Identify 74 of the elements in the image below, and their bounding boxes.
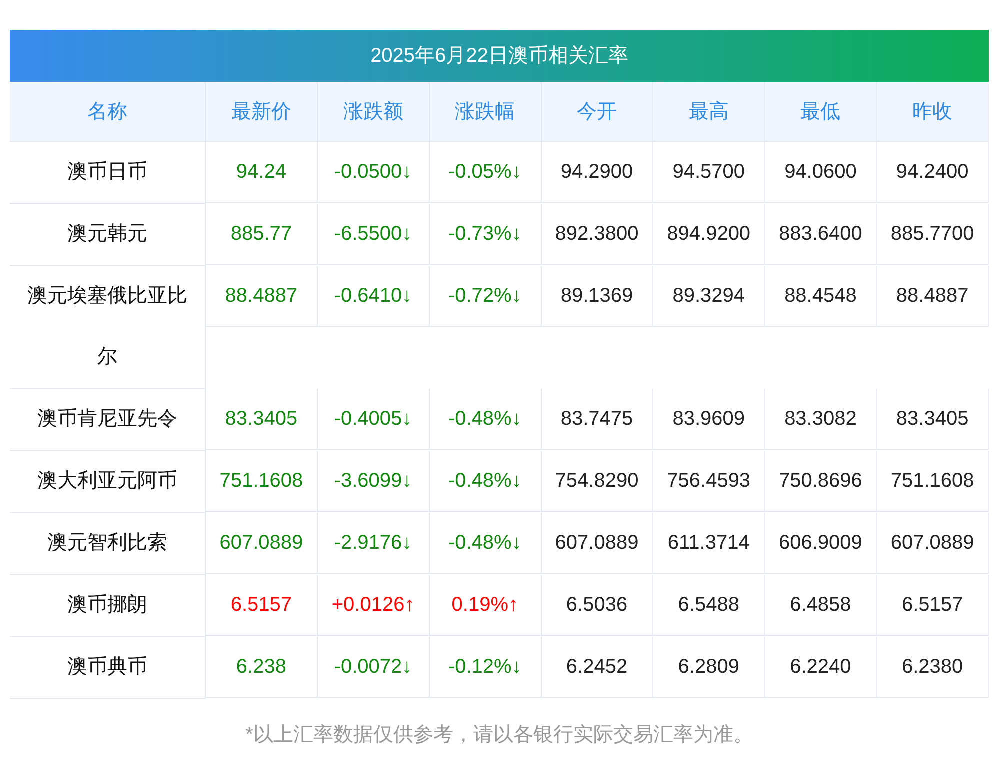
table-cell: -0.72%↓ — [430, 266, 542, 327]
table-cell: 6.2240 — [765, 637, 878, 698]
table-cell: -0.12%↓ — [430, 637, 542, 698]
currency-name: 澳币日币 — [10, 142, 206, 204]
table-cell: 883.6400 — [765, 204, 878, 265]
column-header: 今开 — [542, 82, 654, 142]
table-cell: 88.4548 — [765, 266, 878, 327]
table-cell: 83.3082 — [765, 389, 878, 450]
column-header: 昨收 — [877, 82, 989, 142]
table-cell: -2.9176↓ — [318, 513, 430, 574]
table-cell: 89.1369 — [542, 266, 654, 327]
table-cell: -0.4005↓ — [318, 389, 430, 450]
table-cell: 754.8290 — [542, 451, 654, 512]
table-cell: 0.19%↑ — [430, 575, 542, 636]
table-cell: 756.4593 — [653, 451, 766, 512]
table-cell: 88.4887 — [206, 266, 318, 327]
table-cell: 83.3405 — [877, 389, 989, 450]
currency-name: 澳元智利比索 — [10, 513, 206, 575]
table-cell: -0.73%↓ — [430, 204, 542, 265]
table-cell: 83.9609 — [653, 389, 766, 450]
table-cell: 94.5700 — [653, 142, 766, 203]
table-cell: 607.0889 — [206, 513, 318, 574]
table-cell: 6.5488 — [653, 575, 766, 636]
table-cell: 94.2400 — [877, 142, 989, 203]
table-cell: 611.3714 — [653, 513, 766, 574]
table-cell: 885.7700 — [877, 204, 989, 265]
currency-name: 澳币肯尼亚先令 — [10, 389, 206, 451]
table-cell: -0.6410↓ — [318, 266, 430, 327]
table-cell: 6.2809 — [653, 637, 766, 698]
table-cell: 94.2900 — [542, 142, 654, 203]
table-cell: 6.2452 — [542, 637, 654, 698]
table-cell: +0.0126↑ — [318, 575, 430, 636]
table-cell: 6.4858 — [765, 575, 878, 636]
table-cell: 607.0889 — [877, 513, 989, 574]
table-cell: 6.238 — [206, 637, 318, 698]
table-cell: 6.5157 — [206, 575, 318, 636]
table-cell: -0.0500↓ — [318, 142, 430, 203]
table-cell: 6.5036 — [542, 575, 654, 636]
table-cell: 94.24 — [206, 142, 318, 203]
table-title: 2025年6月22日澳币相关汇率 — [10, 30, 989, 82]
footnote: *以上汇率数据仅供参考，请以各银行实际交易汇率为准。 — [244, 723, 754, 748]
table-cell: -0.48%↓ — [430, 451, 542, 512]
table-cell: 751.1608 — [877, 451, 989, 512]
table-cell: 89.3294 — [653, 266, 766, 327]
table-cell: -3.6099↓ — [318, 451, 430, 512]
table-cell: 885.77 — [206, 204, 318, 265]
table-cell: 94.0600 — [765, 142, 878, 203]
currency-name: 澳大利亚元阿币 — [10, 451, 206, 513]
currency-name: 澳币典币 — [10, 637, 206, 699]
table-cell: 606.9009 — [765, 513, 878, 574]
currency-name: 澳元韩元 — [10, 204, 206, 266]
column-header: 名称 — [10, 82, 206, 142]
table-cell: 751.1608 — [206, 451, 318, 512]
column-header: 最高 — [653, 82, 766, 142]
table-cell: -0.48%↓ — [430, 389, 542, 450]
table-cell: 83.3405 — [206, 389, 318, 450]
table-cell: 6.5157 — [877, 575, 989, 636]
table-cell: -0.48%↓ — [430, 513, 542, 574]
table-cell: 607.0889 — [542, 513, 654, 574]
table-cell: 750.8696 — [765, 451, 878, 512]
currency-name: 澳币挪朗 — [10, 575, 206, 637]
table-cell: 894.9200 — [653, 204, 766, 265]
column-header: 最低 — [765, 82, 878, 142]
table-cell: 6.2380 — [877, 637, 989, 698]
table-cell: -0.05%↓ — [430, 142, 542, 203]
table-cell: 83.7475 — [542, 389, 654, 450]
table-cell: -6.5500↓ — [318, 204, 430, 265]
currency-name: 澳元埃塞俄比亚比尔 — [10, 266, 206, 389]
table-cell: -0.0072↓ — [318, 637, 430, 698]
column-header: 涨跌额 — [318, 82, 430, 142]
column-header: 最新价 — [206, 82, 318, 142]
table-cell: 88.4887 — [877, 266, 989, 327]
table-cell: 892.3800 — [542, 204, 654, 265]
column-header: 涨跌幅 — [430, 82, 542, 142]
